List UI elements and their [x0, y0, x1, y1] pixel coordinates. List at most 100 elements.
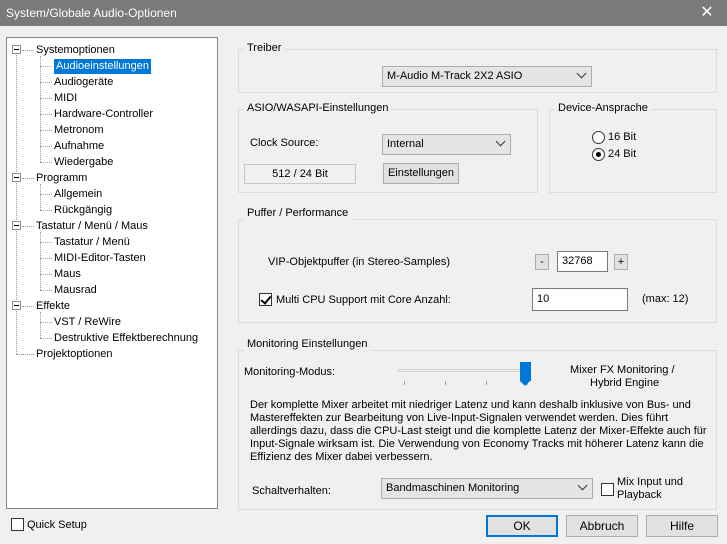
tree-item-allgemein[interactable]: Allgemein: [54, 187, 102, 202]
monitoring-slider-thumb[interactable]: [520, 362, 531, 386]
tree-line: [40, 258, 52, 259]
close-icon[interactable]: ✕: [687, 0, 727, 26]
tree-item-metronom[interactable]: Metronom: [54, 123, 104, 138]
buffer-readout: 512 / 24 Bit: [244, 164, 356, 184]
asio-group-label: ASIO/WASAPI-Einstellungen: [244, 102, 392, 115]
puffer-group-label: Puffer / Performance: [244, 207, 352, 220]
description-line: allerdings dazu, dass die CPU-Last steig…: [250, 425, 707, 437]
description-line: Input-Signale wirksam ist. Die Verwendun…: [250, 438, 704, 450]
collapse-icon[interactable]: [12, 221, 21, 230]
monitoring-slider-track[interactable]: [398, 369, 531, 372]
driver-select[interactable]: M-Audio M-Track 2X2 ASIO: [382, 66, 592, 87]
asio-settings-button[interactable]: Einstellungen: [383, 163, 459, 184]
switch-behavior-select[interactable]: Bandmaschinen Monitoring: [381, 478, 593, 499]
vip-decrease-button[interactable]: -: [535, 254, 549, 270]
slider-tick: [445, 381, 446, 385]
tree-item-vst-rewire[interactable]: VST / ReWire: [54, 315, 121, 330]
tree-line: [22, 226, 34, 227]
mix-input-label: Mix Input und: [617, 476, 684, 488]
tree-item-programm[interactable]: Programm: [36, 171, 87, 186]
ok-button-label: OK: [513, 519, 531, 533]
radio-24-bit[interactable]: [592, 148, 605, 161]
monitoring-mode-label: Monitoring-Modus:: [244, 366, 336, 378]
tree-item-systemoptionen[interactable]: Systemoptionen: [36, 43, 115, 58]
vip-increase-button[interactable]: +: [614, 254, 628, 270]
vip-buffer-input[interactable]: 32768: [557, 251, 608, 272]
switch-behavior-label: Schaltverhalten:: [252, 485, 331, 497]
tree-item-rückgängig[interactable]: Rückgängig: [54, 203, 112, 218]
mix-input-checkbox[interactable]: [601, 483, 614, 496]
plus-icon: +: [617, 256, 625, 268]
monitoring-mode-value-2: Hybrid Engine: [590, 377, 660, 389]
tree-line: [40, 242, 52, 243]
tree-item-destruktive-effektberechnung[interactable]: Destruktive Effektberechnung: [54, 331, 198, 346]
tree-item-midi-editor-tasten[interactable]: MIDI-Editor-Tasten: [54, 251, 146, 266]
tree-line: [40, 114, 52, 115]
tree-line: [22, 306, 34, 307]
monitoring-group-label: Monitoring Einstellungen: [244, 338, 371, 351]
switch-behavior-value: Bandmaschinen Monitoring: [386, 482, 520, 494]
tree-line: [40, 98, 52, 99]
collapse-icon[interactable]: [12, 45, 21, 54]
tree-item-tastatur-menü-maus[interactable]: Tastatur / Menü / Maus: [36, 219, 148, 234]
tree-line: [40, 322, 52, 323]
collapse-icon[interactable]: [12, 301, 21, 310]
tree-item-audioeinstellungen[interactable]: Audioeinstellungen: [54, 59, 151, 74]
help-button-label: Hilfe: [669, 519, 694, 533]
tree-item-aufnahme[interactable]: Aufnahme: [54, 139, 104, 154]
tree-line: [40, 312, 41, 338]
tree-line: [40, 290, 52, 291]
chevron-down-icon: [495, 136, 506, 147]
asio-settings-label: Einstellungen: [387, 167, 455, 179]
vip-buffer-value: 32768: [562, 255, 593, 267]
tree-line: [40, 82, 52, 83]
tree-line: [40, 338, 52, 339]
tree-item-mausrad[interactable]: Mausrad: [54, 283, 97, 298]
tree-line: [40, 194, 52, 195]
description-line: Der komplette Mixer arbeitet mit niedrig…: [250, 399, 691, 411]
tree-item-hardware-controller[interactable]: Hardware-Controller: [54, 107, 153, 122]
buffer-readout-value: 512 / 24 Bit: [272, 168, 328, 180]
driver-select-value: M-Audio M-Track 2X2 ASIO: [387, 70, 523, 82]
quick-setup-checkbox[interactable]: [11, 518, 24, 531]
tree-line: [22, 354, 34, 355]
mix-input-label-2: Playback: [617, 489, 662, 501]
options-tree[interactable]: Systemoptionen Audioeinstellungen Audioger…: [6, 37, 218, 509]
minus-icon: -: [540, 256, 544, 268]
slider-tick: [404, 381, 405, 385]
title-bar: System/Globale Audio-Optionen ✕: [0, 0, 727, 26]
multi-cpu-checkbox[interactable]: [259, 293, 272, 306]
chevron-down-icon: [577, 480, 588, 491]
tree-line: [40, 184, 41, 210]
tree-item-effekte[interactable]: Effekte: [36, 299, 70, 314]
description-line: Effizienz des Mixer dabei verbessern.: [250, 451, 433, 463]
ok-button[interactable]: OK: [486, 515, 558, 537]
monitoring-description: Der komplette Mixer arbeitet mit niedrig…: [250, 399, 710, 464]
core-count-value: 10: [537, 293, 550, 305]
clock-source-select[interactable]: Internal: [382, 134, 511, 155]
slider-tick: [486, 381, 487, 385]
radio-16-bit[interactable]: [592, 131, 605, 144]
core-count-input[interactable]: 10: [532, 288, 628, 311]
tree-item-midi[interactable]: MIDI: [54, 91, 77, 106]
puffer-group: [238, 219, 717, 323]
tree-line: [40, 210, 52, 211]
tree-line: [22, 178, 34, 179]
clock-source-label: Clock Source:: [250, 137, 319, 149]
tree-item-tastatur-menü[interactable]: Tastatur / Menü: [54, 235, 130, 250]
quick-setup-label: Quick Setup: [27, 519, 87, 531]
tree-item-wiedergabe[interactable]: Wiedergabe: [54, 155, 113, 170]
device-group-label: Device-Ansprache: [555, 102, 651, 115]
collapse-icon[interactable]: [12, 173, 21, 182]
monitoring-mode-value: Mixer FX Monitoring /: [570, 364, 675, 376]
tree-item-projektoptionen[interactable]: Projektoptionen: [36, 347, 112, 362]
tree-item-maus[interactable]: Maus: [54, 267, 81, 282]
tree-line: [40, 274, 52, 275]
tree-line: [40, 130, 52, 131]
tree-item-audiogeräte[interactable]: Audiogeräte: [54, 75, 113, 90]
window-title: System/Globale Audio-Optionen: [6, 6, 177, 20]
cancel-button[interactable]: Abbruch: [566, 515, 638, 537]
help-button[interactable]: Hilfe: [646, 515, 718, 537]
tree-line: [40, 232, 41, 290]
treiber-group-label: Treiber: [244, 42, 285, 55]
